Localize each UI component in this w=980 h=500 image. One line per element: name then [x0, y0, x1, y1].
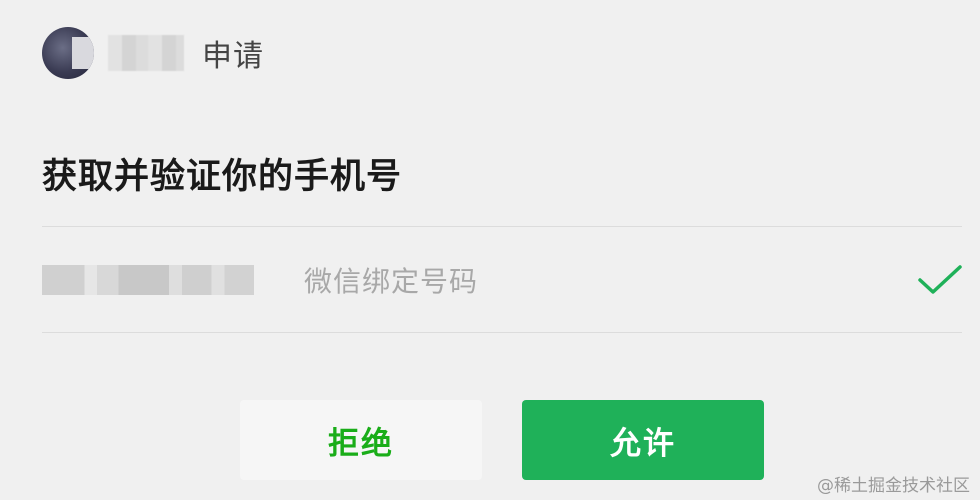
deny-button[interactable]: 拒绝	[240, 400, 482, 480]
app-avatar	[42, 27, 94, 79]
watermark: @稀土掘金技术社区	[817, 476, 970, 496]
page-title: 获取并验证你的手机号	[42, 157, 403, 197]
app-header: 申请	[42, 26, 264, 80]
phone-option-row[interactable]: 微信绑定号码	[42, 227, 962, 332]
phone-number-blurred	[42, 264, 254, 295]
phone-option-label: 微信绑定号码	[304, 264, 479, 298]
check-icon	[918, 265, 962, 294]
app-name-blurred	[108, 35, 184, 71]
divider-bottom	[42, 332, 962, 333]
allow-button[interactable]: 允许	[522, 400, 764, 480]
request-label: 申请	[202, 39, 264, 74]
